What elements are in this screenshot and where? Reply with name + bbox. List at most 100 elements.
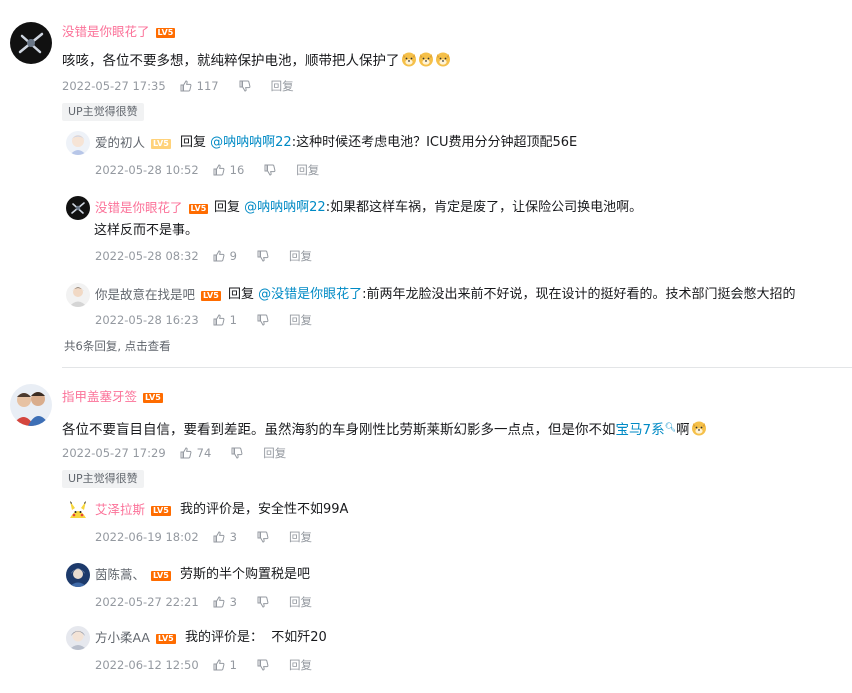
reply-button[interactable]: 回复: [263, 446, 286, 460]
reply-meta: 2022-05-27 22:21 3 回复: [95, 595, 312, 609]
thumbs-up-icon[interactable]: [213, 659, 225, 671]
thumbs-down-icon[interactable]: [257, 250, 269, 262]
avatar[interactable]: [66, 196, 90, 220]
reply-button[interactable]: 回复: [289, 530, 312, 544]
avatar-image: [66, 626, 90, 650]
comment-text: 咳咳，各位不要多想，就纯粹保护电池，顺带把人保护了: [62, 51, 451, 71]
reply-button[interactable]: 回复: [271, 79, 294, 93]
comment-author[interactable]: 没错是你眼花了 LV5: [62, 24, 176, 40]
avatar[interactable]: [10, 22, 52, 64]
avatar-image: [66, 283, 90, 307]
thumbs-down-icon[interactable]: [264, 164, 276, 176]
like-count: 16: [229, 163, 245, 177]
comment-meta: 2022-05-27 17:29 74 回复: [62, 446, 286, 460]
comment-author[interactable]: 指甲盖塞牙签 LV5: [62, 389, 163, 405]
comment-body: 咳咳，各位不要多想，就纯粹保护电池，顺带把人保护了: [62, 53, 400, 69]
thumbs-up-icon[interactable]: [180, 447, 192, 459]
author-name[interactable]: 你是故意在找是吧: [95, 287, 195, 302]
reply-text: 回复 @呐呐呐啊22:这种时候还考虑电池？ICU费用分分钟超顶配56E: [180, 133, 577, 153]
thumbs-up-icon[interactable]: [213, 250, 225, 262]
avatar[interactable]: [10, 384, 52, 426]
author-name[interactable]: 爱的初人: [95, 135, 145, 150]
avatar-image: [66, 498, 90, 522]
like-count: 1: [229, 658, 237, 672]
reply-meta: 2022-05-28 08:32 9 回复: [95, 249, 312, 263]
doge-emoji: [691, 420, 707, 436]
reply-button[interactable]: 回复: [296, 163, 319, 177]
reply-text: 劳斯的半个购置税是吧: [180, 567, 311, 582]
reply-button[interactable]: 回复: [289, 249, 312, 263]
author-name[interactable]: 方小柔AA: [95, 630, 150, 645]
avatar-image: [66, 563, 90, 587]
reply-author[interactable]: 没错是你眼花了 LV5: [95, 200, 209, 216]
reply-text-continued: 这样反而不是事。: [94, 223, 199, 238]
mention-link[interactable]: @呐呐呐啊22: [210, 135, 292, 150]
level-badge: LV5: [155, 634, 176, 644]
level-badge: LV5: [155, 28, 176, 38]
thumbs-up-icon[interactable]: [213, 596, 225, 608]
reply-time: 2022-05-27 22:21: [95, 595, 199, 609]
reply-author[interactable]: 你是故意在找是吧 LV5: [95, 287, 221, 303]
comment-body-end: 啊: [676, 422, 690, 438]
level-badge: LV5: [188, 204, 209, 214]
thumbs-down-icon[interactable]: [257, 659, 269, 671]
reply-button[interactable]: 回复: [289, 313, 312, 327]
avatar[interactable]: [66, 283, 90, 307]
level-badge: LV5: [151, 139, 171, 149]
comment-thread-1: 没错是你眼花了 LV5 咳咳，各位不要多想，就纯粹保护电池，顺带把人保护了 202…: [0, 0, 852, 368]
reply-text: 回复 @没错是你眼花了:前两年龙脸没出来前不好说，现在设计的挺好看的。技术部门挺…: [228, 285, 796, 305]
level-badge: LV5: [143, 393, 163, 403]
comment-text: 各位不要盲目自信，要看到差距。虽然海豹的车身刚性比劳斯莱斯幻影多一点点，但是你不…: [62, 418, 707, 440]
avatar-image: [10, 384, 52, 426]
thumbs-down-icon[interactable]: [231, 447, 243, 459]
comment-time: 2022-05-27 17:35: [62, 79, 166, 93]
avatar[interactable]: [66, 626, 90, 650]
reply-body: :如果都这样车祸，肯定是废了，让保险公司换电池啊。: [325, 200, 643, 215]
doge-emoji: [418, 51, 434, 67]
keyword-search-link[interactable]: 宝马7系: [616, 422, 665, 438]
thumbs-up-icon[interactable]: [213, 314, 225, 326]
reply-body: :前两年龙脸没出来前不好说，现在设计的挺好看的。技术部门挺会憋大招的: [362, 287, 796, 302]
view-more-replies-link[interactable]: 共6条回复, 点击查看: [64, 339, 171, 353]
avatar[interactable]: [66, 131, 90, 155]
thumbs-up-icon[interactable]: [180, 80, 192, 92]
avatar[interactable]: [66, 563, 90, 587]
reply-author[interactable]: 艾泽拉斯 LV5: [95, 502, 171, 518]
comment-body: 各位不要盲目自信，要看到差距。虽然海豹的车身刚性比劳斯莱斯幻影多一点点，但是你不…: [62, 422, 616, 438]
reply-author[interactable]: 茵陈蒿、 LV5: [95, 567, 171, 583]
thumbs-down-icon[interactable]: [257, 596, 269, 608]
thumbs-down-icon[interactable]: [257, 531, 269, 543]
doge-emoji: [401, 51, 417, 67]
author-name[interactable]: 指甲盖塞牙签: [62, 389, 137, 404]
thumbs-up-icon[interactable]: [213, 164, 225, 176]
reply-prefix: 回复: [214, 200, 241, 215]
reply-meta: 2022-06-19 18:02 3 回复: [95, 530, 312, 544]
level-badge: LV5: [151, 506, 171, 516]
thumbs-down-icon[interactable]: [257, 314, 269, 326]
author-name[interactable]: 艾泽拉斯: [95, 502, 145, 517]
thumbs-up-icon[interactable]: [213, 531, 225, 543]
like-count: 3: [229, 595, 237, 609]
author-name[interactable]: 茵陈蒿、: [95, 567, 145, 582]
author-name[interactable]: 没错是你眼花了: [95, 200, 183, 215]
reply-time: 2022-05-28 08:32: [95, 249, 199, 263]
reply-author[interactable]: 方小柔AA LV5: [95, 630, 176, 646]
reply-time: 2022-05-28 10:52: [95, 163, 199, 177]
avatar[interactable]: [66, 498, 90, 522]
reply-meta: 2022-05-28 16:23 1 回复: [95, 313, 312, 327]
reply-author[interactable]: 爱的初人 LV5: [95, 135, 171, 151]
search-icon[interactable]: 🔍︎: [665, 423, 676, 433]
avatar-image: [66, 131, 90, 155]
up-liked-tag: UP主觉得很赞: [62, 470, 144, 488]
like-count: 1: [229, 313, 237, 327]
reply-button[interactable]: 回复: [289, 595, 312, 609]
reply-button[interactable]: 回复: [289, 658, 312, 672]
like-count: 74: [196, 446, 212, 460]
mention-link[interactable]: @没错是你眼花了: [258, 287, 362, 302]
reply-text: 我的评价是： 不如歼20: [185, 630, 327, 645]
reply-body: :这种时候还考虑电池？ICU费用分分钟超顶配56E: [291, 135, 578, 150]
author-name[interactable]: 没错是你眼花了: [62, 24, 150, 39]
reply-text: 回复 @呐呐呐啊22:如果都这样车祸，肯定是废了，让保险公司换电池啊。: [214, 198, 642, 218]
mention-link[interactable]: @呐呐呐啊22: [244, 200, 326, 215]
thumbs-down-icon[interactable]: [239, 80, 251, 92]
